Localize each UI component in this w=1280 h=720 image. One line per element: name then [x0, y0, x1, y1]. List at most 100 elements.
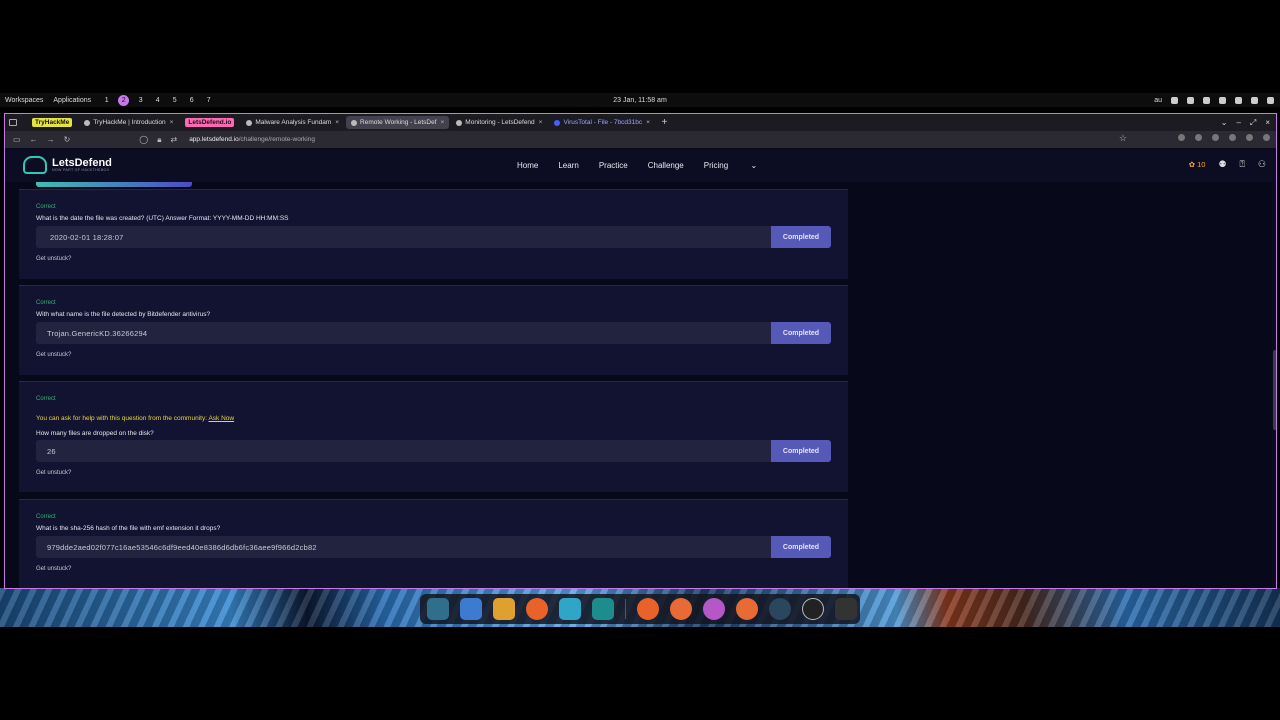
close-tab-icon[interactable]: ×	[170, 119, 174, 126]
get-unstuck-link[interactable]: Get unstuck?	[36, 470, 71, 476]
bluetooth-icon[interactable]	[1219, 96, 1226, 104]
completed-button[interactable]: Completed	[771, 322, 831, 344]
tab-virustotal[interactable]: VirusTotal - File - 7bcd31bc ×	[549, 116, 653, 129]
bookmark-star-icon[interactable]: ☆	[1119, 133, 1127, 144]
scrollbar-thumb[interactable]	[1273, 350, 1276, 430]
power-icon[interactable]	[1267, 96, 1274, 104]
camera-app-icon[interactable]	[592, 598, 614, 620]
profile-icon[interactable]	[1246, 134, 1253, 141]
menu-pricing[interactable]: Pricing ⌄	[704, 161, 777, 170]
desktop-top-bar: Workspaces Applications 1 2 3 4 5 6 7 23…	[0, 93, 1280, 107]
get-unstuck-link[interactable]: Get unstuck?	[36, 352, 71, 358]
maximize-icon[interactable]: ⤢	[1250, 118, 1256, 128]
clock[interactable]: 23 Jan, 11:58 am	[613, 97, 667, 104]
tab-tryhackme[interactable]: TryHackMe	[27, 116, 77, 129]
letsdefend-logo[interactable]: LetsDefend NOW PART OF HACKTHEBOX	[23, 156, 112, 174]
extension-icon[interactable]	[1229, 134, 1236, 141]
extension-icon[interactable]	[1195, 134, 1202, 141]
permissions-icon[interactable]: ⇄	[170, 135, 177, 144]
completed-button[interactable]: Completed	[771, 440, 831, 462]
volume-icon[interactable]	[1203, 96, 1210, 104]
tab-label: VirusTotal - File - 7bcd31bc	[563, 119, 643, 126]
answer-field[interactable]: 2020-02-01 18:28:07	[36, 226, 771, 248]
network-icon[interactable]	[1171, 96, 1178, 104]
close-tab-icon[interactable]: ×	[441, 119, 445, 126]
help-icon[interactable]: ⍰	[1240, 159, 1245, 170]
close-tab-icon[interactable]: ×	[646, 119, 650, 126]
tab-remote-working[interactable]: Remote Working - LetsDef ×	[346, 116, 450, 129]
firefox-window-icon[interactable]	[703, 598, 725, 620]
steam-icon[interactable]	[769, 598, 791, 620]
sidebar-icon[interactable]: ▭	[13, 135, 21, 144]
applications-menu[interactable]: Applications	[53, 97, 91, 104]
extension-icon[interactable]	[1178, 134, 1185, 141]
files-icon[interactable]	[559, 598, 581, 620]
letsdefend-favicon-icon	[246, 119, 253, 126]
workspace-1[interactable]: 1	[101, 95, 112, 106]
display-icon[interactable]	[1187, 96, 1194, 104]
forward-icon[interactable]: →	[47, 135, 55, 144]
tab-list-icon[interactable]: ⌄	[1221, 118, 1228, 128]
extension-icon[interactable]	[1212, 134, 1219, 141]
workspace-6[interactable]: 6	[186, 95, 197, 106]
answer-field[interactable]: 26	[36, 440, 771, 462]
address-bar[interactable]: app.letsdefend.io/challenge/remote-worki…	[189, 136, 315, 143]
obs-icon[interactable]	[802, 598, 824, 620]
workspace-3[interactable]: 3	[135, 95, 146, 106]
get-unstuck-link[interactable]: Get unstuck?	[36, 566, 71, 572]
menu-icon[interactable]	[1263, 134, 1270, 141]
sidebar-toggle-icon[interactable]	[9, 119, 17, 126]
firefox-window-icon[interactable]	[670, 598, 692, 620]
get-unstuck-link[interactable]: Get unstuck?	[36, 256, 71, 262]
search-app-icon[interactable]	[427, 598, 449, 620]
completed-button[interactable]: Completed	[771, 226, 831, 248]
screen: Workspaces Applications 1 2 3 4 5 6 7 23…	[0, 0, 1280, 720]
close-tab-icon[interactable]: ×	[539, 119, 543, 126]
workspaces-menu[interactable]: Workspaces	[5, 97, 43, 104]
dock-separator	[625, 599, 626, 619]
menu-practice[interactable]: Practice	[599, 161, 628, 170]
back-icon[interactable]: ←	[30, 135, 38, 144]
close-window-icon[interactable]: ×	[1265, 118, 1270, 128]
completed-button[interactable]: Completed	[771, 536, 831, 558]
tab-monitoring[interactable]: Monitoring - LetsDefend ×	[451, 116, 547, 129]
menu-learn[interactable]: Learn	[558, 161, 578, 170]
answer-field[interactable]: 979dde2aed02f077c16ae53546c6df9eed40e838…	[36, 536, 771, 558]
workspace-2[interactable]: 2	[118, 94, 130, 106]
tracking-protection-icon[interactable]: ◯	[139, 135, 148, 144]
toolbar-extensions	[1178, 134, 1270, 141]
scrollbar[interactable]	[1272, 182, 1276, 588]
menu-challenge[interactable]: Challenge	[648, 161, 684, 170]
tab-bar: TryHackMe TryHackMe | Introduction × Let…	[5, 114, 1276, 131]
screen-icon[interactable]	[1251, 96, 1258, 104]
user-icon[interactable]: ⚇	[1258, 159, 1266, 170]
question-card: Correct What is the date the file was cr…	[19, 189, 848, 279]
credits-badge[interactable]: ✿ 10	[1189, 160, 1206, 169]
workspace-4[interactable]: 4	[152, 95, 163, 106]
firefox-icon[interactable]	[526, 598, 548, 620]
new-tab-button[interactable]: +	[661, 117, 667, 128]
system-monitor-icon[interactable]	[835, 598, 857, 620]
minimize-icon[interactable]: –	[1236, 118, 1240, 128]
tab-tryhackme-intro[interactable]: TryHackMe | Introduction ×	[79, 116, 178, 129]
firefox-window-icon[interactable]	[637, 598, 659, 620]
answer-field[interactable]: Trojan.GenericKD.36266294	[36, 322, 771, 344]
close-tab-icon[interactable]: ×	[335, 119, 339, 126]
app-grid-icon[interactable]	[493, 598, 515, 620]
lock-icon[interactable]: 🔒︎	[157, 135, 161, 145]
tab-malware-analysis[interactable]: Malware Analysis Fundam ×	[241, 116, 344, 129]
workspace-5[interactable]: 5	[169, 95, 180, 106]
question-text: How many files are dropped on the disk?	[36, 430, 154, 437]
achievements-icon[interactable]: ⚉	[1218, 159, 1226, 170]
system-tray: au	[1154, 96, 1274, 104]
site-header: LetsDefend NOW PART OF HACKTHEBOX Home L…	[5, 150, 1276, 182]
menu-home[interactable]: Home	[517, 161, 538, 170]
reload-icon[interactable]: ↻	[64, 135, 71, 144]
workspace-7[interactable]: 7	[203, 95, 214, 106]
keyboard-layout[interactable]: au	[1154, 97, 1162, 104]
window-manager-icon[interactable]	[460, 598, 482, 620]
firefox-window-icon[interactable]	[736, 598, 758, 620]
tab-letsdefend[interactable]: LetsDefend.io	[180, 116, 239, 129]
ask-now-link[interactable]: Ask Now	[208, 415, 234, 422]
battery-icon[interactable]	[1235, 96, 1242, 104]
